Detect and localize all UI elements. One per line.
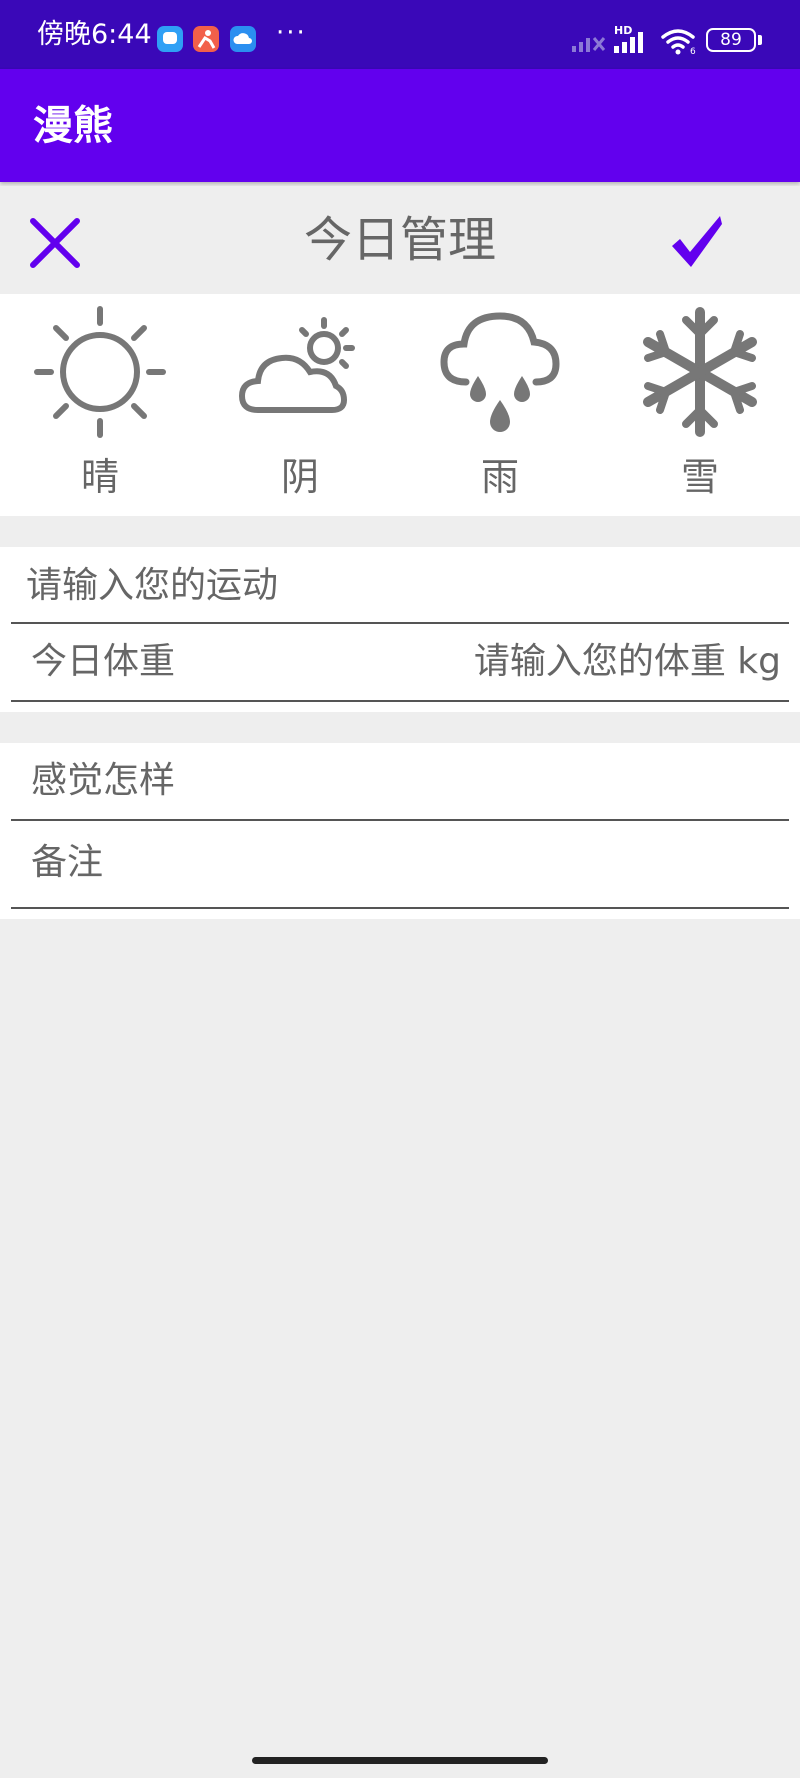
more-notifications-icon: ··· [276, 18, 307, 48]
status-bar: 傍晚6:44 ··· HD 6 89 [0, 0, 800, 69]
exercise-placeholder: 请输入您的运动 [26, 565, 279, 606]
page-header: 今日管理 [0, 186, 800, 294]
weight-row: 今日体重 请输入您的体重 kg [11, 624, 789, 702]
checkmark-icon [672, 216, 722, 267]
battery-icon: 89 [706, 28, 756, 52]
weather-label-rainy: 雨 [480, 455, 519, 499]
svg-text:6: 6 [690, 47, 696, 55]
weather-label-cloudy: 阴 [280, 455, 319, 499]
weather-label-snowy: 雪 [680, 455, 719, 499]
exercise-field[interactable]: 请输入您的运动 [11, 547, 789, 624]
weather-option-sunny[interactable]: 晴 [0, 294, 200, 516]
weight-input[interactable]: 请输入您的体重 kg [474, 640, 781, 684]
weather-option-snowy[interactable]: 雪 [600, 294, 800, 516]
battery-cap [758, 35, 762, 45]
signal-strong-icon [614, 32, 643, 53]
feeling-notes-group: 感觉怎样 备注 [0, 743, 800, 919]
status-time: 傍晚6:44 [37, 19, 152, 50]
app-title: 漫熊 [33, 103, 113, 149]
confirm-button[interactable] [664, 210, 730, 276]
feeling-placeholder: 感觉怎样 [31, 760, 176, 801]
sun-icon [34, 306, 166, 438]
signal-weak-icon [572, 37, 606, 52]
weather-option-rainy[interactable]: 雨 [400, 294, 600, 516]
snow-icon [643, 307, 757, 437]
weather-label-sunny: 晴 [80, 455, 119, 499]
weight-label: 今日体重 [31, 641, 176, 682]
battery-level: 89 [720, 30, 742, 50]
weather-option-cloudy[interactable]: 阴 [200, 294, 400, 516]
close-button[interactable] [22, 210, 88, 276]
exercise-weight-group: 请输入您的运动 今日体重 请输入您的体重 kg [0, 547, 800, 712]
notes-field[interactable]: 备注 [11, 821, 789, 909]
cloudy-icon [238, 317, 355, 413]
wifi-icon: 6 [661, 29, 696, 55]
app-bar: 漫熊 [0, 69, 800, 182]
page-title: 今日管理 [303, 212, 496, 268]
notes-placeholder: 备注 [31, 842, 104, 883]
chat-app-icon [157, 26, 183, 52]
feeling-field[interactable]: 感觉怎样 [11, 743, 789, 821]
cloud-app-icon [230, 26, 256, 52]
close-icon [30, 218, 80, 268]
weather-selector: 晴 阴 雨 雪 [0, 294, 800, 516]
gesture-nav-handle[interactable] [252, 1757, 548, 1764]
rain-icon [440, 312, 560, 432]
person-app-icon [193, 26, 219, 52]
